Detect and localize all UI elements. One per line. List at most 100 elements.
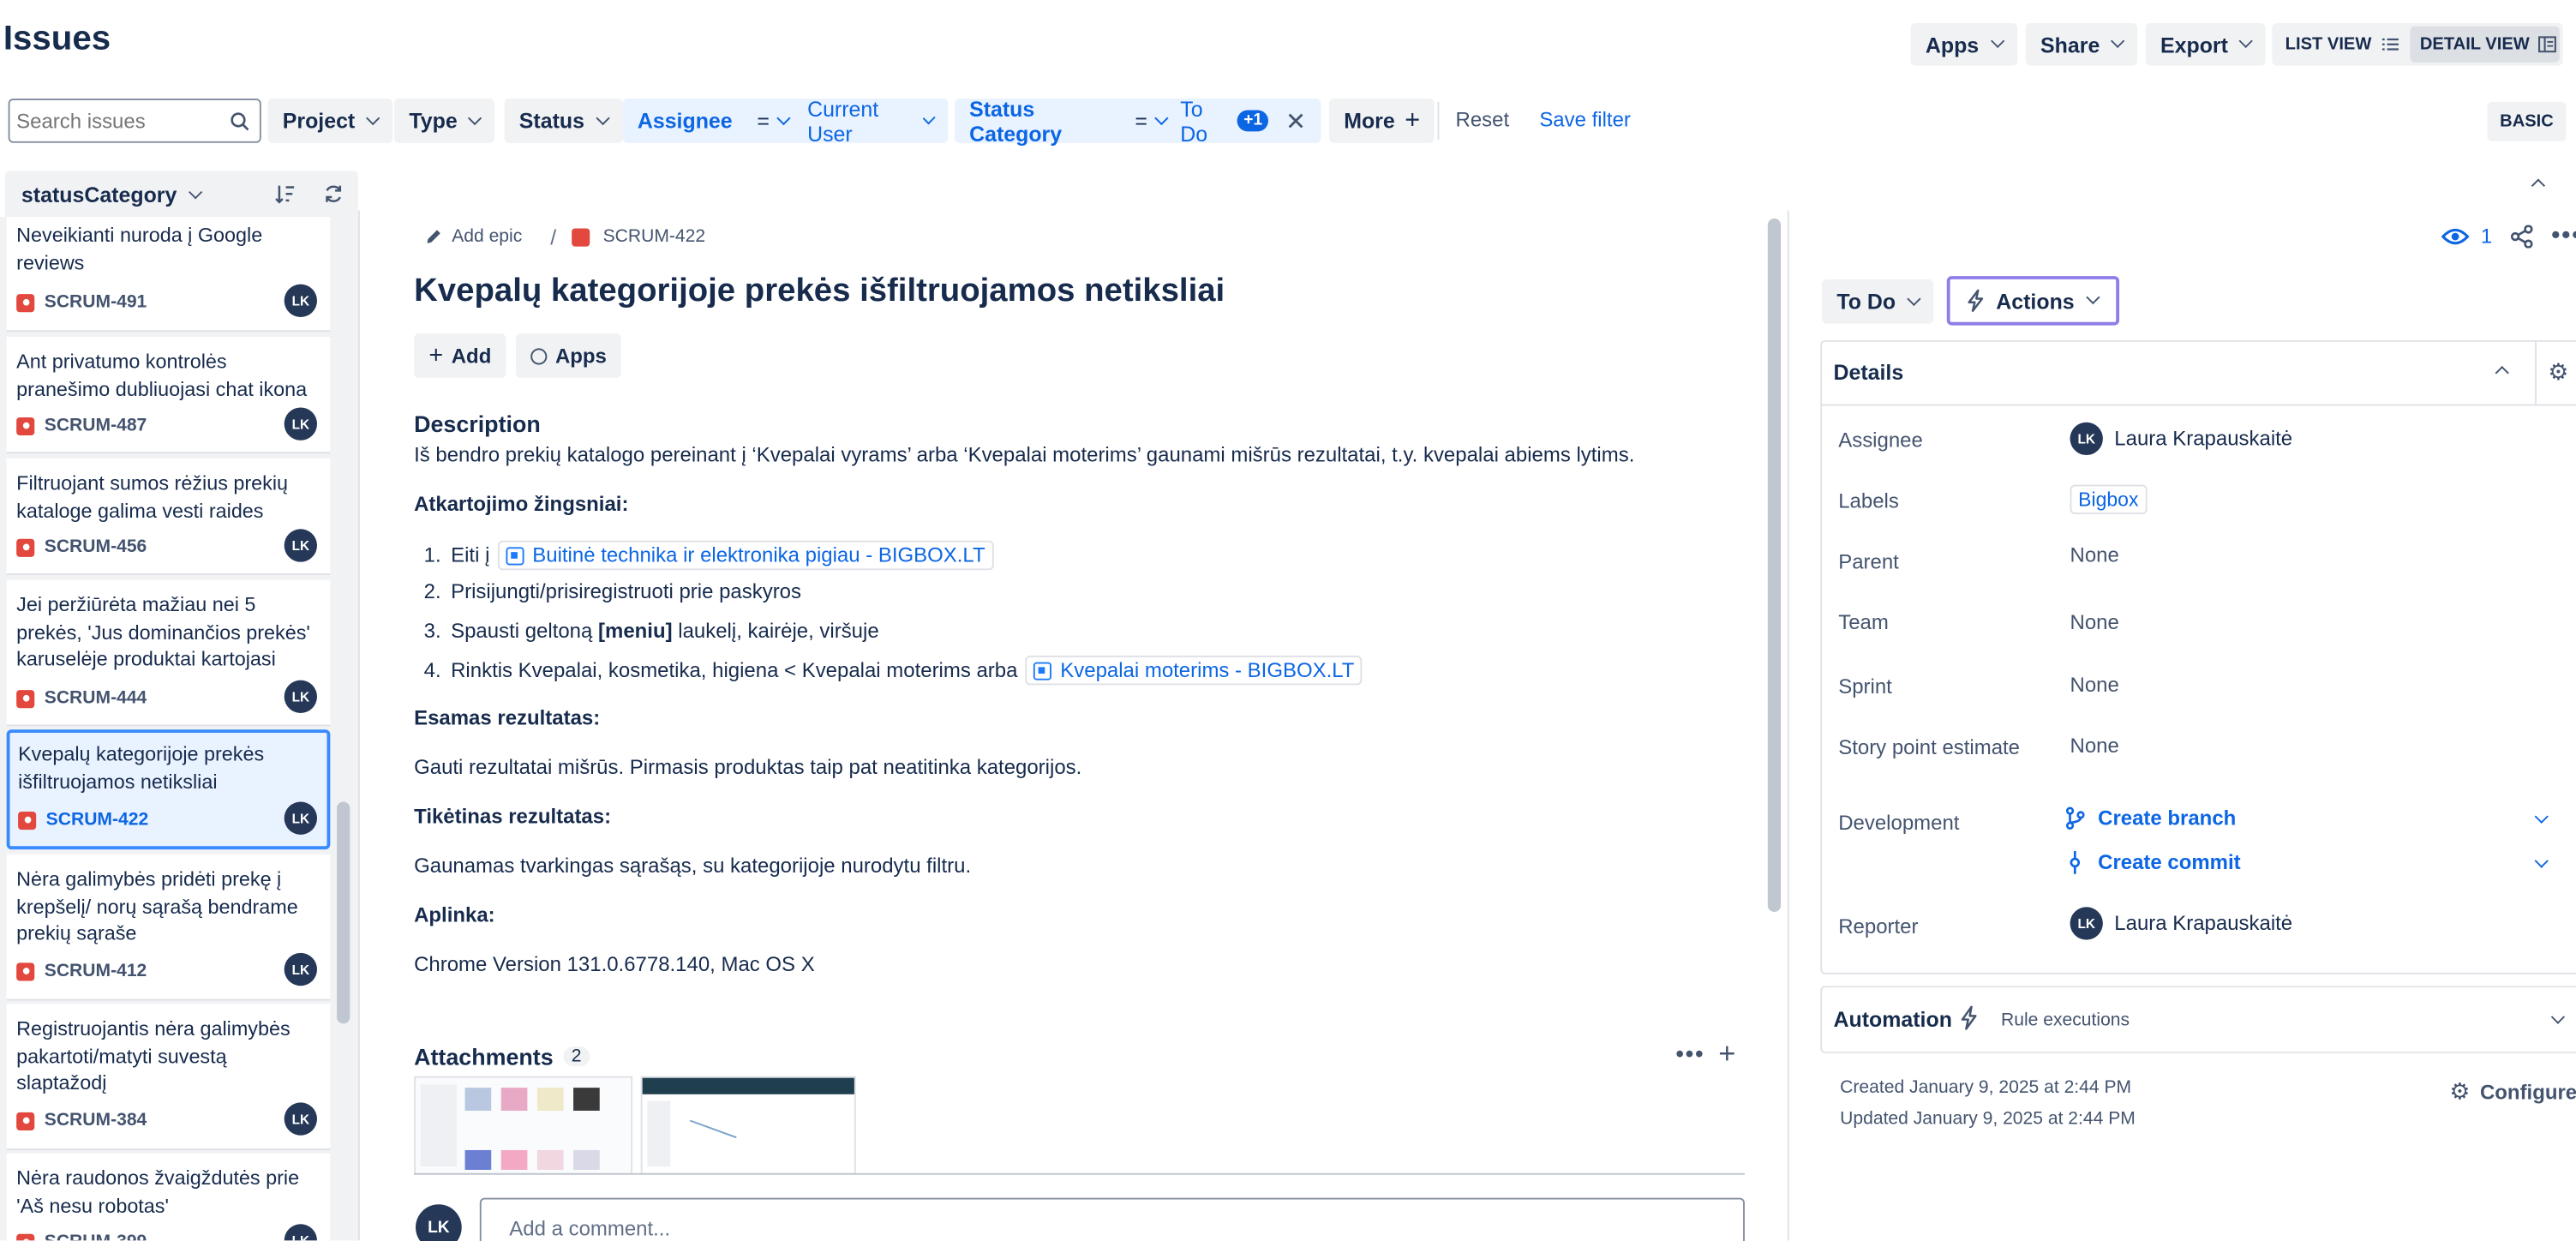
gear-icon[interactable]: ⚙ [2548,358,2568,387]
list-item[interactable]: Ant privatumo kontrolės pranešimo dubliu… [6,337,331,454]
attachment-thumbnail-1[interactable] [414,1076,633,1175]
list-divider [357,210,360,1241]
main-scrollbar[interactable] [1767,218,1782,912]
list-item-selected[interactable]: Kvepalų kategorijoje prekės išfiltruojam… [6,729,331,850]
more-filters-button[interactable]: More + [1328,99,1435,143]
list-item[interactable]: Jei peržiūrėta mažiau nei 5 prekės, 'Jus… [6,579,331,727]
clear-filter-icon[interactable]: ✕ [1285,106,1306,136]
reset-button[interactable]: Reset [1456,109,1510,132]
list-item[interactable]: Nėra galimybės pridėti prekę į krepšelį/… [6,854,331,1001]
attachment-thumbnail-2[interactable] [640,1076,856,1175]
actions-button[interactable]: Actions [1946,276,2120,326]
list-item[interactable]: Neveikianti nuroda į Google reviews SCRUM… [6,217,331,333]
chevron-down-icon [2085,290,2100,305]
avatar: LK [284,284,318,318]
add-attachment-icon[interactable]: + [1718,1037,1735,1071]
list-scrollbar[interactable] [337,801,350,1024]
kvepalai-moterims-link[interactable]: Kvepalai moterims - BIGBOX.LT [1026,655,1363,686]
reporter-value[interactable]: LK Laura Krapauskaitė [2070,907,2292,940]
add-epic-link[interactable]: Add epic [426,226,523,247]
details-header[interactable] [1820,340,2576,406]
bug-icon [16,689,35,708]
thumbnail-product [573,1149,600,1170]
attachments-label: Attachments [414,1043,554,1070]
list-item-key: SCRUM-487 [44,416,147,436]
apps-menu-button[interactable]: Apps [1910,22,2017,66]
export-menu-button[interactable]: Export [2145,22,2267,66]
comment-input[interactable]: Add a comment... [479,1197,1745,1241]
add-epic-label: Add epic [452,226,523,247]
panel-divider [1787,210,1789,1241]
issue-title[interactable]: Kvepalų kategorijoje prekės išfiltruojam… [414,273,1225,310]
breadcrumb-issue-key[interactable]: SCRUM-422 [572,227,705,247]
detail-view-icon [2537,36,2556,53]
steps-heading: Atkartojimo žingsniai: [414,493,629,516]
assignee-value[interactable]: LK Laura Krapauskaitė [2070,422,2292,456]
label-tag-bigbox[interactable]: Bigbox [2070,484,2148,515]
create-branch-link[interactable]: Create branch [2065,806,2236,830]
configure-button[interactable]: ⚙ Configure [2449,1078,2576,1106]
buitine-technika-link[interactable]: Buitinė technika ir elektronika pigiau -… [498,540,994,571]
type-label: Type [409,108,458,134]
refresh-icon[interactable] [324,184,344,204]
share-icon[interactable] [2510,225,2533,249]
team-value[interactable]: None [2070,611,2119,634]
add-button[interactable]: + Add [414,333,506,378]
plus-icon: + [428,341,444,370]
thumbnail-sidebar [647,1100,671,1167]
list-item-key-row: SCRUM-487 [16,416,147,435]
group-by-dropdown[interactable]: statusCategory [21,183,202,207]
status-value: To Do [1836,289,1896,315]
apps-button[interactable]: Apps [515,333,622,378]
step-1-text: Eiti į [451,543,490,567]
project-filter[interactable]: Project [267,99,393,143]
save-filter-button[interactable]: Save filter [1539,109,1631,132]
sprint-value[interactable]: None [2070,674,2119,697]
type-filter[interactable]: Type [394,99,495,143]
attachments-more-icon[interactable]: ••• [1675,1040,1704,1067]
list-item-title: Filtruojant sumos rėžius prekių kataloge… [16,471,289,522]
share-menu-button[interactable]: Share [2025,22,2138,66]
share-label: Share [2040,32,2100,57]
panel-collapse-up-icon[interactable] [2531,178,2546,193]
step-2-text: Prisijungti/prisiregistruoti prie paskyr… [451,579,802,603]
search-issues-field[interactable] [8,99,261,143]
chevron-down-icon [922,111,936,124]
list-item[interactable]: Nėra raudonos žvaigždutės prie 'Aš nesu … [6,1153,331,1241]
search-input[interactable] [16,105,222,137]
add-label: Add [451,344,492,368]
step-number: 3. [423,619,441,643]
chevron-down-icon [366,110,380,125]
configure-label: Configure [2479,1080,2576,1104]
status-category-operator[interactable]: = [1135,109,1170,133]
avatar: LK [2070,907,2103,940]
avatar: LK [284,1102,318,1136]
list-item[interactable]: Registruojantis nėra galimybės pakartoti… [6,1004,331,1150]
status-category-filter[interactable]: Status Category = To Do +1 ✕ [954,96,1321,146]
list-item-title: Neveikianti nuroda į Google reviews [16,223,263,274]
list-view-button[interactable]: LIST VIEW [2272,23,2406,66]
sort-icon[interactable] [274,184,296,204]
step-number: 1. [423,543,441,567]
chevron-down-icon [777,110,792,125]
step-number: 2. [423,579,441,603]
more-actions-icon[interactable]: ••• [2551,222,2576,250]
parent-value[interactable]: None [2070,544,2119,567]
watch-button[interactable]: 1 [2441,225,2492,248]
create-commit-link[interactable]: Create commit [2067,851,2241,874]
status-dropdown[interactable]: To Do [1822,279,1934,324]
chevron-down-icon [2111,33,2125,49]
basic-mode-button[interactable]: BASIC [2487,101,2567,141]
assignee-filter[interactable]: Assignee = Current User [622,96,949,146]
link-text: Buitinė technika ir elektronika pigiau -… [532,543,985,567]
story-point-value[interactable]: None [2070,734,2119,758]
attachments-heading: Attachments 2 [414,1043,590,1070]
list-item-title: Jei peržiūrėta mažiau nei 5 prekės, 'Jus… [16,593,310,671]
status-filter[interactable]: Status [504,99,623,143]
assignee-operator[interactable]: = [757,109,792,133]
bug-icon [16,416,35,435]
thumbnail-product [464,1088,492,1111]
list-item[interactable]: Filtruojant sumos rėžius prekių kataloge… [6,458,331,575]
detail-view-button[interactable]: DETAIL VIEW [2410,26,2560,63]
issue-key: SCRUM-422 [602,226,706,247]
